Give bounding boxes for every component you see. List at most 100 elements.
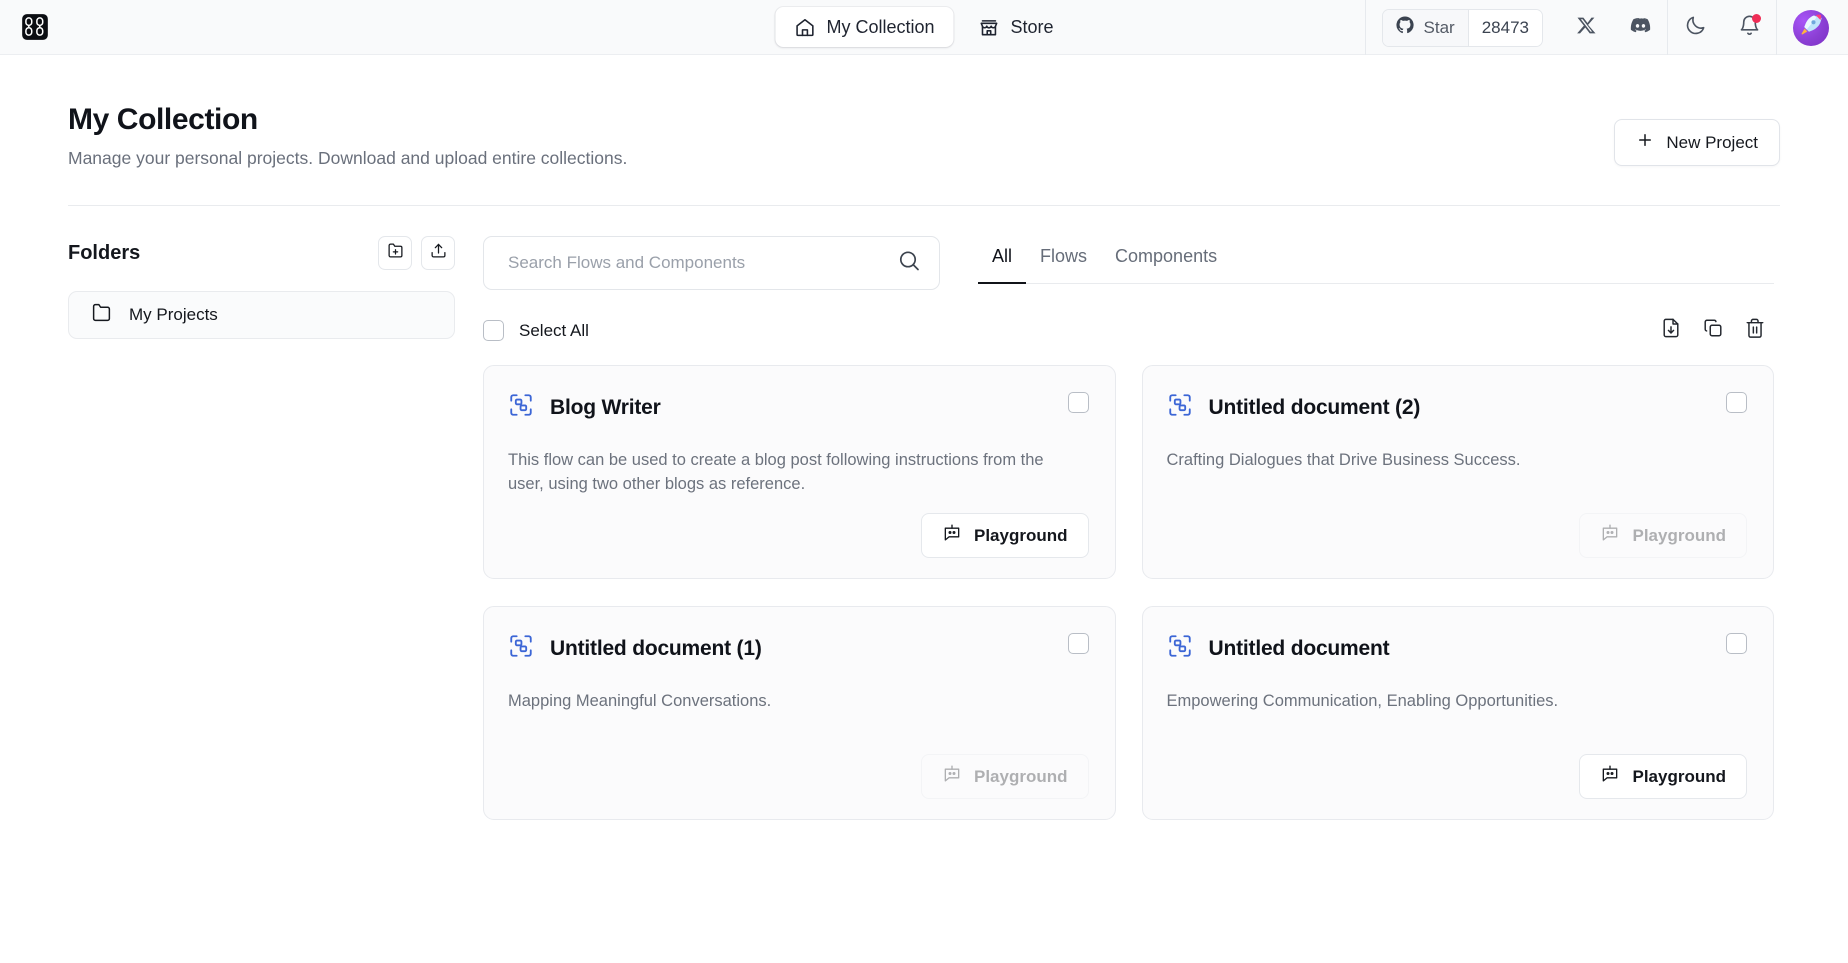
rocket-avatar-icon bbox=[1798, 12, 1824, 43]
page-title-block: My Collection Manage your personal proje… bbox=[68, 103, 627, 169]
content-toolbar: All Flows Components bbox=[483, 236, 1774, 290]
flow-group-icon bbox=[1167, 633, 1193, 664]
flow-group-icon bbox=[508, 633, 534, 664]
theme-toggle-button[interactable] bbox=[1668, 0, 1722, 55]
card-select-checkbox[interactable] bbox=[1726, 633, 1747, 654]
download-icon bbox=[1660, 317, 1682, 344]
duplicate-button[interactable] bbox=[1702, 317, 1724, 344]
download-button[interactable] bbox=[1660, 317, 1682, 344]
moon-icon bbox=[1684, 14, 1707, 42]
tab-all[interactable]: All bbox=[978, 240, 1026, 284]
card-header: Untitled document (2) bbox=[1167, 392, 1748, 423]
divider bbox=[1776, 0, 1777, 55]
tab-components[interactable]: Components bbox=[1101, 240, 1231, 284]
nav-tab-my-collection[interactable]: My Collection bbox=[775, 7, 953, 47]
flow-card[interactable]: Untitled document Empowering Communicati… bbox=[1142, 606, 1775, 820]
plus-icon bbox=[1636, 131, 1654, 154]
search-icon[interactable] bbox=[897, 249, 921, 278]
playground-button[interactable]: Playground bbox=[921, 513, 1089, 558]
bot-message-icon bbox=[1600, 764, 1620, 789]
upload-folder-button[interactable] bbox=[421, 236, 455, 270]
search-input[interactable] bbox=[483, 236, 940, 290]
card-title-wrap: Blog Writer bbox=[508, 392, 661, 423]
card-select-checkbox[interactable] bbox=[1068, 633, 1089, 654]
playground-button[interactable]: Playground bbox=[921, 754, 1089, 799]
discord-link[interactable] bbox=[1613, 0, 1667, 55]
card-title-wrap: Untitled document bbox=[1167, 633, 1390, 664]
sidebar-item-my-projects[interactable]: My Projects bbox=[68, 291, 455, 339]
folder-icon bbox=[91, 302, 112, 328]
card-title-wrap: Untitled document (1) bbox=[508, 633, 762, 664]
card-title-wrap: Untitled document (2) bbox=[1167, 392, 1421, 423]
flow-card-grid: Blog Writer This flow can be used to cre… bbox=[483, 365, 1774, 820]
main-nav: My Collection Store bbox=[775, 7, 1072, 47]
card-select-checkbox[interactable] bbox=[1726, 392, 1747, 413]
playground-button[interactable]: Playground bbox=[1579, 754, 1747, 799]
card-title: Untitled document (2) bbox=[1209, 396, 1421, 420]
topbar-right-cluster: Star 28473 bbox=[1365, 0, 1848, 55]
card-footer: Playground bbox=[508, 513, 1089, 558]
bot-message-icon bbox=[942, 764, 962, 789]
langflow-logo-icon[interactable] bbox=[20, 12, 50, 42]
body-layout: Folders bbox=[68, 206, 1780, 820]
card-footer: Playground bbox=[1167, 754, 1748, 799]
github-star-label: Star bbox=[1424, 18, 1455, 38]
page-title: My Collection bbox=[68, 103, 627, 137]
tab-flows[interactable]: Flows bbox=[1026, 240, 1101, 284]
github-star-button[interactable]: Star bbox=[1383, 10, 1468, 46]
select-row: Select All bbox=[483, 317, 1774, 344]
bot-message-icon bbox=[1600, 523, 1620, 548]
card-header: Untitled document (1) bbox=[508, 633, 1089, 664]
page-subtitle: Manage your personal projects. Download … bbox=[68, 148, 627, 169]
github-icon bbox=[1395, 15, 1415, 40]
flow-group-icon bbox=[1167, 392, 1193, 423]
playground-label: Playground bbox=[974, 767, 1068, 787]
x-twitter-icon bbox=[1576, 15, 1597, 41]
filter-tabs: All Flows Components bbox=[978, 236, 1774, 284]
flow-group-icon bbox=[508, 392, 534, 423]
divider bbox=[1365, 0, 1366, 55]
card-title: Untitled document (1) bbox=[550, 637, 762, 661]
nav-tab-store[interactable]: Store bbox=[960, 7, 1073, 47]
select-all-control[interactable]: Select All bbox=[483, 320, 589, 341]
duplicate-icon bbox=[1702, 317, 1724, 344]
discord-icon bbox=[1629, 14, 1652, 42]
delete-button[interactable] bbox=[1744, 317, 1766, 344]
avatar[interactable] bbox=[1793, 10, 1829, 46]
card-description: Mapping Meaningful Conversations. bbox=[508, 690, 1053, 714]
x-twitter-link[interactable] bbox=[1559, 0, 1613, 55]
github-star-count: 28473 bbox=[1468, 10, 1542, 46]
card-description: Crafting Dialogues that Drive Business S… bbox=[1167, 449, 1712, 473]
flow-card[interactable]: Blog Writer This flow can be used to cre… bbox=[483, 365, 1116, 579]
playground-button[interactable]: Playground bbox=[1579, 513, 1747, 558]
new-project-button[interactable]: New Project bbox=[1614, 119, 1780, 166]
collection-content: All Flows Components Select All bbox=[483, 236, 1780, 820]
notifications-button[interactable] bbox=[1722, 0, 1776, 55]
card-select-checkbox[interactable] bbox=[1068, 392, 1089, 413]
add-folder-button[interactable] bbox=[378, 236, 412, 270]
flow-card[interactable]: Untitled document (1) Mapping Meaningful… bbox=[483, 606, 1116, 820]
card-title: Blog Writer bbox=[550, 396, 661, 420]
new-project-label: New Project bbox=[1666, 133, 1758, 153]
home-icon bbox=[794, 17, 815, 38]
folders-title: Folders bbox=[68, 242, 140, 265]
page-container: My Collection Manage your personal proje… bbox=[0, 55, 1848, 820]
page-header: My Collection Manage your personal proje… bbox=[68, 55, 1780, 169]
flow-card[interactable]: Untitled document (2) Crafting Dialogues… bbox=[1142, 365, 1775, 579]
trash-icon bbox=[1744, 317, 1766, 344]
card-description: This flow can be used to create a blog p… bbox=[508, 449, 1053, 497]
card-header: Untitled document bbox=[1167, 633, 1748, 664]
bot-message-icon bbox=[942, 523, 962, 548]
select-all-label: Select All bbox=[519, 321, 589, 341]
playground-label: Playground bbox=[1632, 767, 1726, 787]
playground-label: Playground bbox=[1632, 526, 1726, 546]
card-header: Blog Writer bbox=[508, 392, 1089, 423]
store-icon bbox=[979, 17, 1000, 38]
nav-tab-label: Store bbox=[1011, 17, 1054, 38]
card-title: Untitled document bbox=[1209, 637, 1390, 661]
card-footer: Playground bbox=[1167, 513, 1748, 558]
folders-actions bbox=[378, 236, 455, 270]
bulk-actions bbox=[1660, 317, 1766, 344]
github-star-badge[interactable]: Star 28473 bbox=[1382, 9, 1543, 47]
select-all-checkbox[interactable] bbox=[483, 320, 504, 341]
